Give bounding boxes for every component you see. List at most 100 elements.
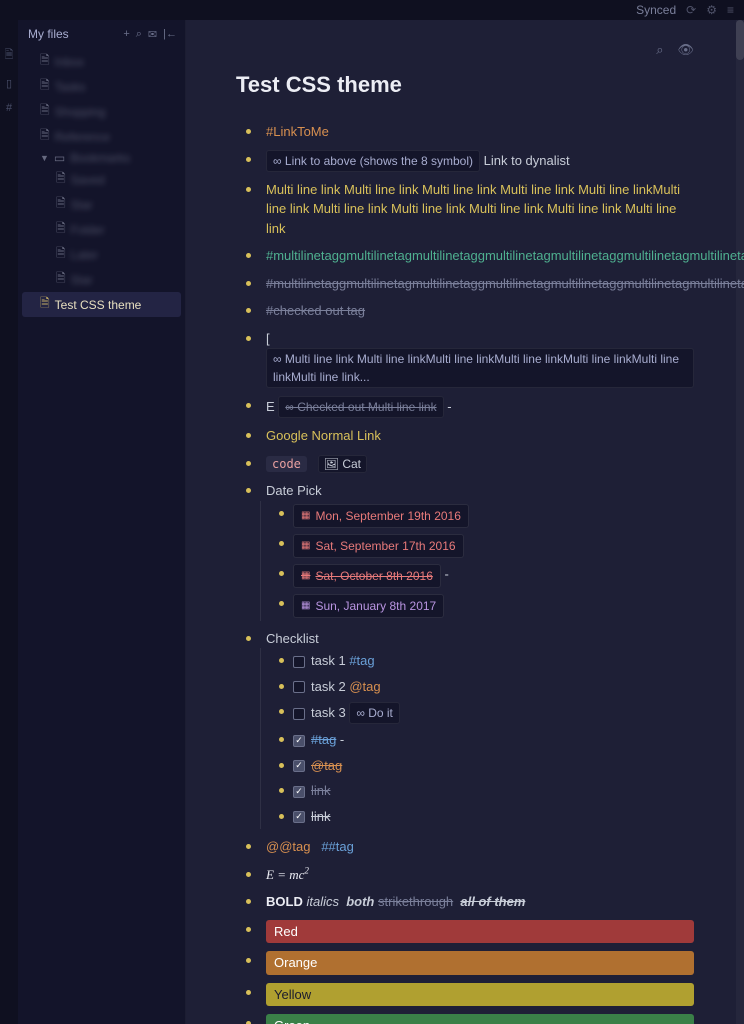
tree-item[interactable]: 🗎Folder bbox=[22, 217, 181, 242]
eye-icon[interactable]: 👁 bbox=[677, 42, 694, 58]
add-icon[interactable]: + bbox=[123, 28, 129, 41]
checkbox[interactable]: ✓ bbox=[293, 811, 305, 823]
tree-item-active[interactable]: 🗎Test CSS theme bbox=[22, 292, 181, 317]
color-row[interactable]: Yellow bbox=[266, 983, 694, 1007]
list-item[interactable]: @@tag ##tag bbox=[254, 833, 694, 861]
sidebar: My files + ⌕ ✉ |← 🗎Inbox🗎Tasks🗎Shopping🗎… bbox=[18, 20, 186, 1024]
date-badge[interactable]: ▦Sun, January 8th 2017 bbox=[293, 594, 444, 618]
tag[interactable]: link bbox=[311, 783, 331, 798]
collapse-icon[interactable]: |← bbox=[163, 28, 177, 41]
color-row[interactable]: Red bbox=[266, 920, 694, 944]
list-item[interactable]: Date Pick▦Mon, September 19th 2016▦Sat, … bbox=[254, 477, 694, 625]
hash-rail-icon[interactable]: # bbox=[6, 102, 12, 114]
color-row[interactable]: Orange bbox=[266, 951, 694, 975]
checkbox[interactable]: ✓ bbox=[293, 760, 305, 772]
tree-item[interactable]: 🗎Reference bbox=[22, 124, 181, 149]
list-item[interactable]: #checked out tag bbox=[254, 297, 694, 325]
checkbox[interactable] bbox=[293, 656, 305, 668]
calendar-icon: ▦ bbox=[301, 538, 310, 553]
image-badge[interactable]: 🖼 Cat bbox=[318, 455, 367, 473]
tag[interactable]: #tag bbox=[349, 653, 374, 668]
date-badge[interactable]: ▦Mon, September 19th 2016 bbox=[293, 504, 469, 528]
doc-icon: 🗎 bbox=[56, 219, 66, 240]
date-badge[interactable]: ▦Sat, October 8th 2016 bbox=[293, 564, 441, 588]
list-item[interactable]: Green bbox=[254, 1010, 694, 1024]
list-item[interactable]: ✓#tag - bbox=[283, 727, 694, 753]
list-item[interactable]: [∞ Multi line link Multi line linkMulti … bbox=[254, 325, 694, 393]
tree-item[interactable]: ▼▭Bookmarks bbox=[22, 149, 181, 167]
list-item[interactable]: task 3 ∞ Do it bbox=[283, 699, 694, 727]
calendar-icon: ▦ bbox=[301, 568, 310, 583]
infinity-icon: ∞ bbox=[285, 400, 294, 414]
list-item[interactable]: E = mc2 bbox=[254, 861, 694, 889]
checkbox[interactable] bbox=[293, 708, 305, 720]
tag[interactable]: @tag bbox=[311, 758, 342, 773]
checkbox[interactable]: ✓ bbox=[293, 735, 305, 747]
menu-icon[interactable]: ≡ bbox=[727, 3, 734, 17]
external-link[interactable]: Google Normal Link bbox=[266, 428, 381, 443]
hash-tag[interactable]: ##tag bbox=[321, 839, 354, 854]
tree-item[interactable]: 🗎Tasks bbox=[22, 74, 181, 99]
list-item[interactable]: Google Normal Link bbox=[254, 422, 694, 450]
list-item[interactable]: E ∞ Checked out Multi line link - bbox=[254, 392, 694, 422]
doc-icon: 🗎 bbox=[40, 294, 50, 315]
top-bar: Synced ⟳ ⚙ ≡ bbox=[0, 0, 744, 20]
hashtag-link[interactable]: #LinkToMe bbox=[266, 124, 329, 139]
tree-item[interactable]: 🗎Saved bbox=[22, 167, 181, 192]
refresh-icon[interactable]: ⟳ bbox=[686, 3, 696, 17]
list-item[interactable]: ▦Mon, September 19th 2016 bbox=[283, 501, 694, 531]
checkbox[interactable] bbox=[293, 681, 305, 693]
list-item[interactable]: Yellow bbox=[254, 979, 694, 1011]
list-item[interactable]: #multilinetaggmultilinetagmultilinetaggm… bbox=[254, 270, 694, 298]
tag[interactable]: #tag bbox=[311, 732, 336, 747]
sync-status: Synced bbox=[636, 3, 676, 17]
list-item[interactable]: ∞ Link to above (shows the 8 symbol) Lin… bbox=[254, 146, 694, 176]
list-item[interactable]: #LinkToMe bbox=[254, 118, 694, 146]
gear-icon[interactable]: ⚙ bbox=[706, 3, 717, 17]
checkbox[interactable]: ✓ bbox=[293, 786, 305, 798]
caret-icon: ▼ bbox=[40, 153, 49, 163]
list-item[interactable]: Multi line link Multi line link Multi li… bbox=[254, 176, 694, 243]
list-item[interactable]: ▦Sat, September 17th 2016 bbox=[283, 531, 694, 561]
tree-item[interactable]: 🗎Shopping bbox=[22, 99, 181, 124]
internal-link-badge[interactable]: ∞ Link to above (shows the 8 symbol) bbox=[266, 150, 480, 172]
color-row[interactable]: Green bbox=[266, 1014, 694, 1024]
tree-item[interactable]: 🗎Later bbox=[22, 242, 181, 267]
search-icon[interactable]: ⌕ bbox=[136, 28, 142, 41]
list-item[interactable]: Red bbox=[254, 916, 694, 948]
list-item[interactable]: ▦Sat, October 8th 2016 - bbox=[283, 561, 694, 591]
multi-link[interactable]: Multi line link Multi line link Multi li… bbox=[266, 182, 680, 236]
date-badge[interactable]: ▦Sat, September 17th 2016 bbox=[293, 534, 464, 558]
checked-out-tag: #checked out tag bbox=[266, 303, 365, 318]
list-item[interactable]: BOLD italics both strikethrough all of t… bbox=[254, 888, 694, 916]
search-doc-icon[interactable]: ⌕ bbox=[656, 42, 663, 58]
doc-icon: 🗎 bbox=[56, 169, 66, 190]
multiline-tag[interactable]: #multilinetaggmultilinetagmultilinetaggm… bbox=[266, 248, 744, 263]
doc-rail-icon[interactable]: 🗎 bbox=[5, 46, 14, 65]
list-item[interactable]: ▦Sun, January 8th 2017 bbox=[283, 591, 694, 621]
multi-link-badge[interactable]: ∞ Multi line link Multi line linkMulti l… bbox=[266, 348, 694, 388]
tree-item[interactable]: 🗎Inbox bbox=[22, 49, 181, 74]
mail-icon[interactable]: ✉ bbox=[148, 28, 157, 41]
list-item[interactable]: Orange bbox=[254, 947, 694, 979]
tag[interactable]: @tag bbox=[349, 679, 380, 694]
main-pane: ⌕ 👁 Test CSS theme #LinkToMe∞ Link to ab… bbox=[186, 20, 744, 1024]
tag[interactable]: link bbox=[311, 809, 331, 824]
tree-item[interactable]: 🗎Star bbox=[22, 192, 181, 217]
scrollbar[interactable] bbox=[736, 20, 744, 1024]
list-item[interactable]: code 🖼 Cat bbox=[254, 450, 694, 478]
list-item[interactable]: task 2 @tag bbox=[283, 674, 694, 700]
bookmark-rail-icon[interactable]: ▯ bbox=[6, 77, 12, 90]
tree-item[interactable]: 🗎Star bbox=[22, 267, 181, 292]
list-item[interactable]: ✓ link bbox=[283, 778, 694, 804]
list-item[interactable]: Checklisttask 1 #tagtask 2 @tagtask 3 ∞ … bbox=[254, 625, 694, 834]
code-inline: code bbox=[266, 456, 307, 472]
action-badge[interactable]: ∞ Do it bbox=[349, 702, 400, 724]
list-item[interactable]: ✓ link bbox=[283, 804, 694, 830]
list-item[interactable]: #multilinetaggmultilinetagmultilinetaggm… bbox=[254, 242, 694, 270]
doc-icon: 🗎 bbox=[40, 51, 50, 72]
checked-out-link-badge[interactable]: ∞ Checked out Multi line link bbox=[278, 396, 443, 418]
list-item[interactable]: task 1 #tag bbox=[283, 648, 694, 674]
list-item[interactable]: ✓ @tag bbox=[283, 753, 694, 779]
at-tag[interactable]: @@tag bbox=[266, 839, 310, 854]
